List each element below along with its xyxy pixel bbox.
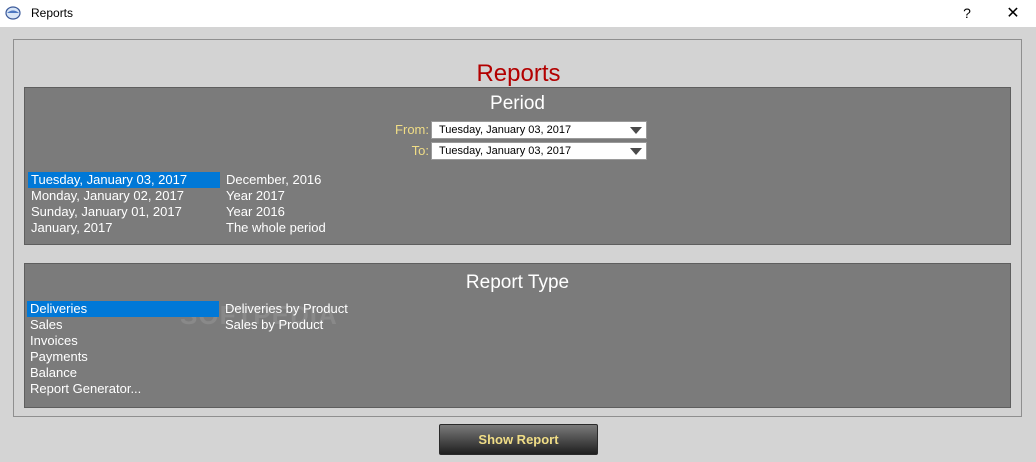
- window-body: Reports Period From: Tuesday, January 03…: [0, 27, 1036, 462]
- help-button[interactable]: ?: [944, 0, 990, 27]
- window-title: Reports: [31, 6, 74, 20]
- report-item-selected[interactable]: Deliveries: [27, 301, 219, 317]
- period-item[interactable]: The whole period: [223, 220, 326, 236]
- period-title: Period: [490, 93, 545, 114]
- report-type-title: Report Type: [465, 272, 570, 293]
- from-date-picker[interactable]: Tuesday, January 03, 2017: [431, 121, 647, 139]
- period-item[interactable]: Year 2017: [223, 188, 285, 204]
- report-item[interactable]: Report Generator...: [27, 381, 141, 397]
- app-icon: [5, 6, 21, 20]
- report-item[interactable]: Deliveries by Product: [222, 301, 348, 317]
- period-item[interactable]: January, 2017: [28, 220, 112, 236]
- to-date-value: Tuesday, January 03, 2017: [439, 145, 572, 157]
- report-type-panel: Report Type SOFTPEDIA Deliveries Sales I…: [24, 263, 1011, 408]
- reports-panel: Reports Period From: Tuesday, January 03…: [13, 39, 1022, 417]
- chevron-down-icon[interactable]: [630, 127, 642, 134]
- period-item[interactable]: Sunday, January 01, 2017: [28, 204, 182, 220]
- close-button[interactable]: ✕: [990, 0, 1036, 27]
- report-item[interactable]: Sales by Product: [222, 317, 323, 333]
- period-item[interactable]: Year 2016: [223, 204, 285, 220]
- period-item[interactable]: December, 2016: [223, 172, 321, 188]
- show-report-button[interactable]: Show Report: [439, 424, 598, 455]
- to-date-picker[interactable]: Tuesday, January 03, 2017: [431, 142, 647, 160]
- period-item-selected[interactable]: Tuesday, January 03, 2017: [28, 172, 220, 188]
- from-label: From:: [395, 122, 429, 137]
- report-item[interactable]: Invoices: [27, 333, 78, 349]
- from-date-value: Tuesday, January 03, 2017: [439, 124, 572, 136]
- to-label: To:: [411, 143, 429, 158]
- report-item[interactable]: Payments: [27, 349, 88, 365]
- report-item[interactable]: Sales: [27, 317, 63, 333]
- chevron-down-icon[interactable]: [630, 148, 642, 155]
- page-title: Reports: [476, 60, 561, 87]
- period-panel: Period From: Tuesday, January 03, 2017 T…: [24, 87, 1011, 245]
- period-item[interactable]: Monday, January 02, 2017: [28, 188, 184, 204]
- report-item[interactable]: Balance: [27, 365, 77, 381]
- title-bar: Reports ? ✕: [0, 0, 1036, 27]
